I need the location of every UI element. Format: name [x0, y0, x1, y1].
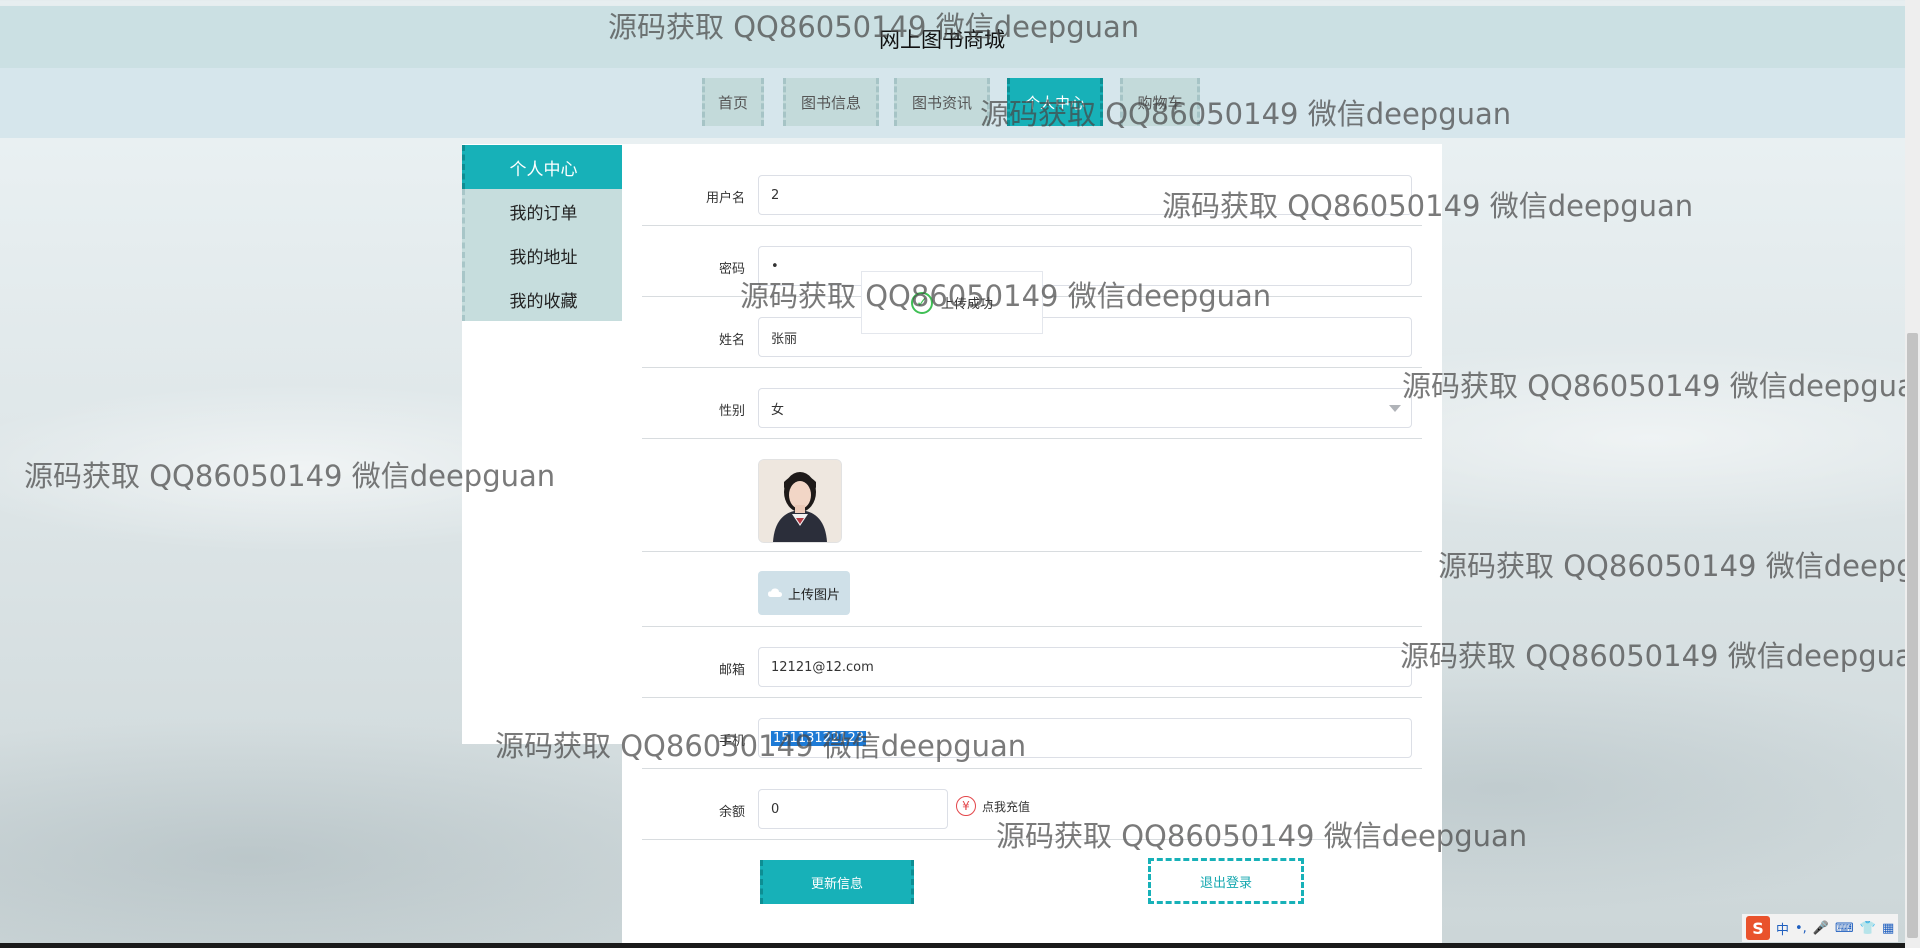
row-divider [642, 768, 1422, 769]
ime-language-label[interactable]: 中 [1776, 919, 1789, 938]
page-scrollbar-thumb[interactable] [1907, 333, 1918, 938]
row-divider [642, 225, 1422, 226]
taskbar-edge [0, 943, 1905, 948]
punctuation-icon[interactable]: •, [1795, 921, 1807, 936]
password-label: 密码 [718, 262, 745, 277]
yen-icon: ¥ [956, 796, 976, 816]
row-divider [642, 438, 1422, 439]
upload-image-button[interactable]: 上传图片 [758, 571, 850, 615]
recharge-label: 点我充值 [982, 799, 1031, 814]
sogou-logo-icon: S [1746, 916, 1770, 940]
upload-image-label: 上传图片 [787, 587, 840, 603]
row-divider [642, 626, 1422, 627]
phone-value-selected: 15113122123 [771, 730, 866, 746]
row-divider [642, 697, 1422, 698]
balance-field[interactable]: 0 [758, 789, 948, 829]
gender-select[interactable]: 女 [758, 388, 1412, 428]
ime-toolbar[interactable]: S 中 •, 🎤 ⌨ 👕 ▦ [1742, 914, 1899, 942]
cloud-upload-icon [767, 588, 782, 597]
sidebar-item-orders[interactable]: 我的订单 [462, 189, 622, 233]
microphone-icon[interactable]: 🎤 [1813, 921, 1829, 936]
portrait-photo [759, 460, 841, 542]
balance-label: 余额 [718, 805, 745, 820]
row-divider [642, 839, 1422, 840]
toolbox-icon[interactable]: ▦ [1882, 921, 1894, 936]
phone-label: 手机 [718, 734, 745, 749]
row-divider [642, 367, 1422, 368]
nav-books[interactable]: 图书信息 [783, 78, 879, 126]
site-title: 网上图书商城 [879, 28, 1005, 52]
keyboard-icon[interactable]: ⌨ [1835, 921, 1854, 936]
username-label: 用户名 [705, 191, 745, 206]
skin-icon[interactable]: 👕 [1860, 921, 1876, 936]
check-circle-icon: ✓ [910, 291, 933, 314]
chevron-down-icon [1389, 405, 1401, 412]
avatar-image [758, 459, 842, 543]
recharge-link[interactable]: ¥ 点我充值 [956, 796, 1030, 816]
gender-label: 性别 [718, 404, 745, 419]
nav-user-center[interactable]: 个人中心 [1007, 78, 1103, 126]
nav-home[interactable]: 首页 [702, 78, 764, 126]
update-info-button[interactable]: 更新信息 [760, 860, 914, 904]
password-field[interactable]: • [758, 246, 1412, 286]
sidebar-item-address[interactable]: 我的地址 [462, 233, 622, 277]
row-divider [642, 551, 1422, 552]
logout-button[interactable]: 退出登录 [1148, 858, 1304, 904]
gender-select-value: 女 [771, 402, 785, 418]
phone-field[interactable]: 15113122123 [758, 718, 1412, 758]
success-toast: ✓ 上传成功 [861, 271, 1043, 334]
nav-cart[interactable]: 购物车 [1120, 78, 1200, 126]
nav-news[interactable]: 图书资讯 [894, 78, 990, 126]
sidebar-item-user-center[interactable]: 个人中心 [462, 145, 622, 189]
email-label: 邮箱 [718, 663, 745, 678]
email-field[interactable]: 12121@12.com [758, 647, 1412, 687]
name-field[interactable]: 张丽 [758, 317, 1412, 357]
sidebar-item-favorites[interactable]: 我的收藏 [462, 277, 622, 321]
name-label: 姓名 [718, 333, 745, 348]
username-field[interactable]: 2 [758, 175, 1412, 215]
toast-message: 上传成功 [940, 297, 993, 312]
